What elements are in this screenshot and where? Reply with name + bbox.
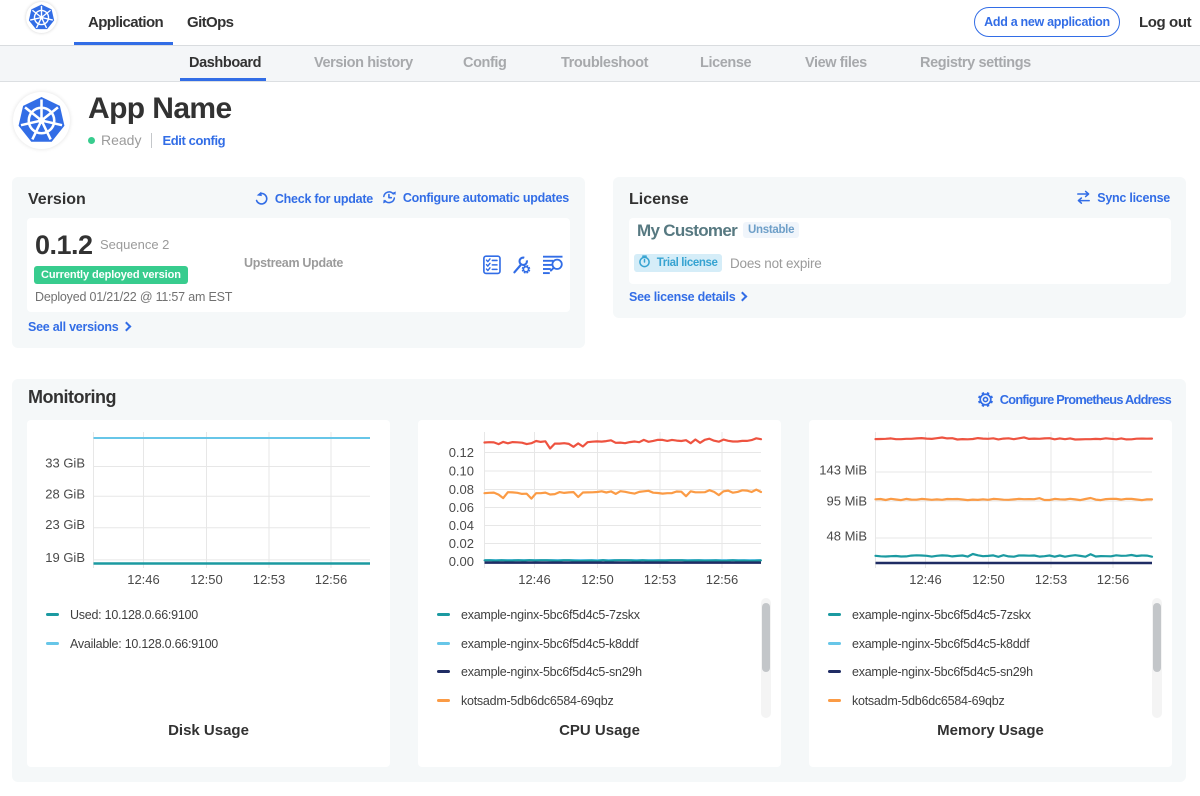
svg-text:0.10: 0.10 <box>449 464 474 479</box>
svg-text:95 MiB: 95 MiB <box>827 494 867 509</box>
svg-text:12:56: 12:56 <box>706 572 739 587</box>
svg-text:23 GiB: 23 GiB <box>45 517 85 532</box>
svg-text:12:53: 12:53 <box>253 572 286 587</box>
svg-text:12:50: 12:50 <box>581 572 614 587</box>
svg-text:33 GiB: 33 GiB <box>45 455 85 470</box>
svg-text:0.04: 0.04 <box>449 518 474 533</box>
svg-text:12:53: 12:53 <box>1035 572 1068 587</box>
svg-text:143 MiB: 143 MiB <box>819 463 867 478</box>
svg-text:12:50: 12:50 <box>972 572 1005 587</box>
svg-text:0.08: 0.08 <box>449 482 474 497</box>
svg-text:0.06: 0.06 <box>449 500 474 515</box>
svg-text:12:56: 12:56 <box>1097 572 1130 587</box>
svg-text:12:46: 12:46 <box>909 572 942 587</box>
svg-text:12:46: 12:46 <box>518 572 551 587</box>
svg-text:48 MiB: 48 MiB <box>827 529 867 544</box>
svg-text:12:50: 12:50 <box>190 572 223 587</box>
svg-text:0.00: 0.00 <box>449 554 474 569</box>
svg-text:12:46: 12:46 <box>127 572 160 587</box>
svg-text:28 GiB: 28 GiB <box>45 486 85 501</box>
svg-text:12:53: 12:53 <box>644 572 677 587</box>
svg-text:0.12: 0.12 <box>449 445 474 460</box>
svg-text:0.02: 0.02 <box>449 536 474 551</box>
svg-text:19 GiB: 19 GiB <box>45 550 85 565</box>
svg-text:12:56: 12:56 <box>315 572 348 587</box>
